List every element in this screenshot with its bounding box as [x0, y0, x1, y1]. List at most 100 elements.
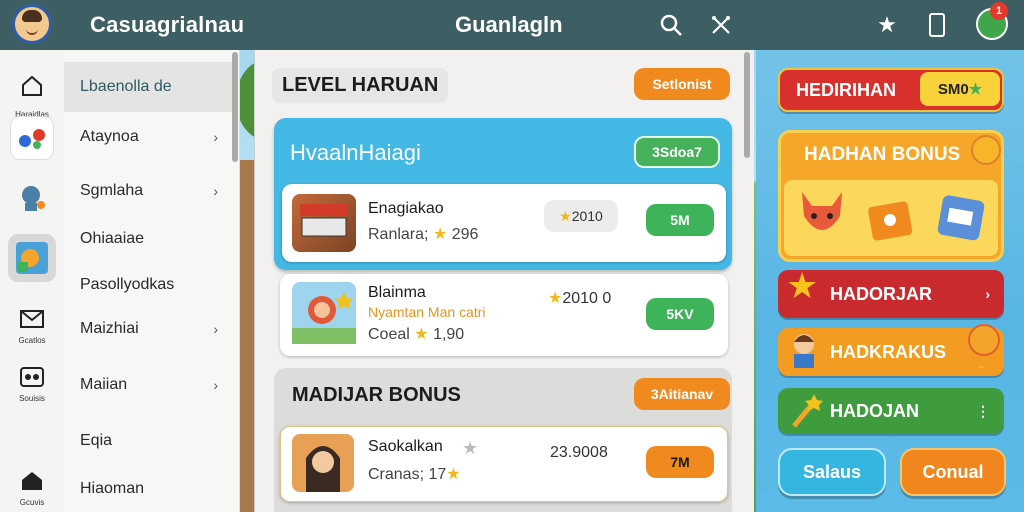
wand-icon — [790, 392, 824, 430]
chevron-right-icon: › — [213, 183, 218, 199]
bonus-section-action-button[interactable]: 3Aitianav — [634, 378, 730, 410]
menu-item-label: Ataynoa — [80, 128, 139, 145]
game-controller-icon — [10, 116, 54, 160]
character-thumbnail — [292, 282, 356, 344]
rail-item-games[interactable] — [0, 116, 64, 160]
row-sub-label: Cranas; — [368, 466, 425, 483]
top-bar: Casuagrialnau Guanlagln ★ 1 — [0, 0, 1024, 50]
conual-button[interactable]: Conual — [900, 448, 1006, 496]
fox-character-icon[interactable] — [794, 186, 850, 248]
character-icon — [10, 176, 54, 220]
row-sub-label: Coeal — [368, 326, 410, 343]
notification-badge: 1 — [990, 2, 1008, 20]
star-icon: ★ — [432, 226, 448, 243]
menu-item-label: Pasollyodkas — [80, 276, 175, 293]
level-section-action-button[interactable]: Setlonist — [634, 68, 730, 100]
row-sub-value: 296 — [451, 226, 479, 243]
row-sub: Ranlara; ★ 296 — [368, 224, 478, 244]
icon-rail: Haraidlas Gcatlos Souisis Gcuvis — [0, 50, 64, 512]
chevron-right-icon: › — [213, 377, 218, 393]
girl-avatar-thumbnail — [292, 434, 354, 492]
menu-item-label: Ohiaaiae — [80, 230, 145, 247]
rail-label-settings: Souisis — [19, 394, 45, 403]
row-score: ★ 2010 — [544, 200, 618, 232]
menu-item[interactable]: Pasollyodkas — [64, 260, 232, 310]
mask-icon — [962, 320, 1006, 371]
row-action-button[interactable]: 5M — [646, 204, 714, 236]
row-name: Enagiakao — [368, 200, 444, 217]
row-score-value: 2010 — [571, 208, 603, 224]
chevron-right-icon: › — [213, 321, 218, 337]
hedirihan-badge: SM0 ★ — [920, 72, 1000, 106]
crossed-tools-icon[interactable] — [706, 10, 736, 40]
rail-item-settings[interactable]: Souisis — [0, 362, 64, 403]
page-title: Guanlagln — [455, 12, 563, 37]
mail-icon — [10, 304, 54, 334]
menu-item[interactable]: Lbaenolla de — [64, 62, 232, 112]
avatar[interactable] — [12, 4, 52, 44]
menu-item-label: Eqia — [80, 432, 113, 449]
row-score: ★2010 0 — [548, 288, 611, 308]
main-scrollbar[interactable] — [744, 52, 750, 158]
rail-item-map[interactable] — [0, 234, 64, 282]
app-title: Casuagrialnau — [90, 12, 245, 37]
row-name: Blainma — [368, 284, 426, 301]
rail-item-shop[interactable]: Gcuvis — [0, 466, 64, 507]
menu-item[interactable]: Maizhiai › — [64, 304, 232, 354]
row-action-button[interactable]: 5KV — [646, 298, 714, 330]
menu-item-label: Maizhiai — [80, 320, 139, 337]
menu-item-label: Hiaoman — [80, 480, 145, 497]
menu-item[interactable]: Hiaoman — [64, 464, 232, 512]
hadojan-label: HADOJAN — [830, 400, 920, 421]
search-icon[interactable] — [656, 10, 686, 40]
menu-item[interactable]: Eqia — [64, 416, 232, 466]
star-icon: ★ — [786, 265, 819, 306]
menu-item[interactable]: Ohiaaiae — [64, 214, 232, 264]
ticket-box-icon[interactable] — [934, 190, 990, 246]
chevron-right-icon: › — [213, 129, 218, 145]
rail-item-home[interactable]: Haraidlas — [0, 64, 64, 119]
bonus-box-title: HADHAN BONUS — [804, 144, 961, 165]
row-sub: Cranas; 17★ — [368, 464, 461, 484]
star-icon[interactable]: ★ — [872, 10, 902, 40]
row-action-button[interactable]: 7M — [646, 446, 714, 478]
star-icon: ★ — [559, 207, 572, 224]
hadkrakus-label: HADKRAKUS — [830, 341, 946, 362]
menu-item[interactable]: Sgmlaha › — [64, 166, 232, 216]
menu-item-label: Maiian — [80, 376, 128, 393]
row-score: 23.9008 — [550, 444, 608, 461]
salaus-button[interactable]: Salaus — [778, 448, 886, 496]
star-icon: ★ — [548, 290, 563, 307]
slot-machine-thumbnail — [292, 194, 356, 252]
star-icon: ★ — [446, 466, 461, 483]
chevron-right-icon: › — [985, 286, 990, 302]
more-icon: ⋮ — [976, 402, 990, 419]
row-name: Saokalkan — [368, 438, 443, 455]
menu-scrollbar[interactable] — [232, 52, 238, 162]
rail-item-mail[interactable]: Gcatlos — [0, 304, 64, 345]
menu-item-label: Sgmlaha — [80, 182, 144, 199]
row-sub-value: 17 — [428, 466, 447, 483]
settings-icon — [10, 362, 54, 392]
phone-icon[interactable] — [922, 10, 952, 40]
home-icon — [10, 64, 54, 108]
row-sub: Coeal ★ 1,90 — [368, 324, 464, 344]
gift-box-icon[interactable] — [864, 190, 920, 244]
star-icon: ★ — [968, 81, 983, 98]
bonus-section-title: MADIJAR BONUS — [292, 384, 461, 406]
menu-item[interactable]: Ataynoa › — [64, 112, 232, 162]
hedirihan-badge-value: SM0 — [937, 80, 969, 98]
highlight-badge: 3Sdoa7 — [634, 136, 720, 168]
map-icon — [8, 234, 56, 282]
rail-item-character[interactable] — [0, 176, 64, 220]
boy-character-icon — [786, 328, 822, 368]
shop-icon — [10, 466, 54, 496]
rail-label-shop: Gcuvis — [19, 498, 45, 507]
hedirihan-label: HEDIRIHAN — [796, 79, 897, 100]
star-icon: ★ — [414, 326, 429, 343]
star-outline-icon[interactable]: ★ — [462, 438, 478, 459]
coin-mascot-icon — [968, 132, 1004, 168]
menu-item-label: Lbaenolla de — [80, 78, 172, 95]
menu-item[interactable]: Maiian › — [64, 360, 232, 410]
row-score-value: 2010 0 — [562, 290, 612, 307]
